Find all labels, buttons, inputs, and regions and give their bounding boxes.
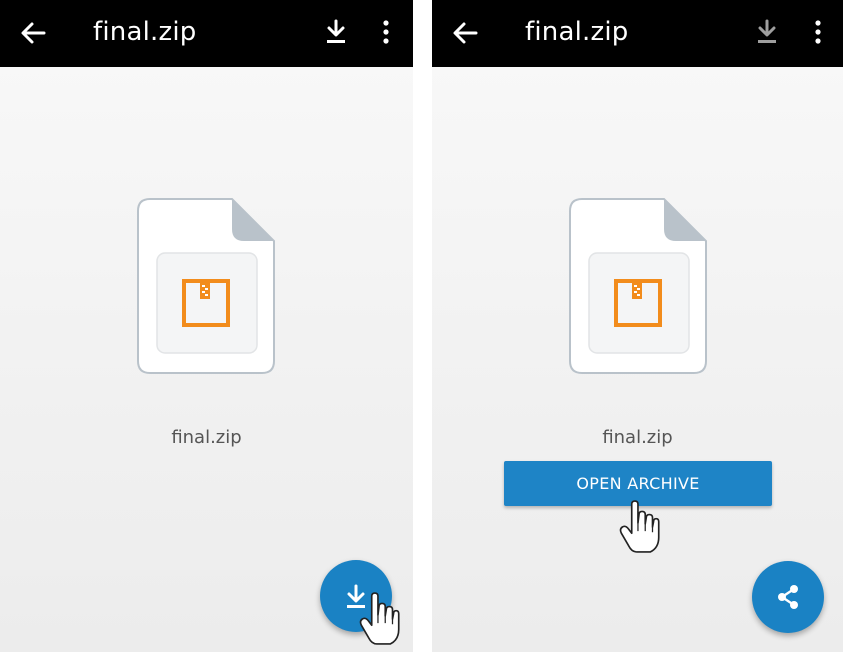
zip-file-icon — [136, 197, 276, 375]
download-icon[interactable] — [325, 19, 347, 45]
more-vert-icon[interactable] — [813, 19, 823, 45]
back-arrow-icon[interactable] — [452, 20, 478, 46]
more-vert-icon[interactable] — [381, 19, 391, 45]
file-name-label: final.zip — [602, 427, 673, 448]
right-screen: final.zip final.zip OPEN ARCHIVE — [432, 0, 843, 652]
file-name-label: final.zip — [171, 427, 242, 448]
zip-file-icon — [568, 197, 708, 375]
left-screen: final.zip final.zip — [0, 0, 413, 652]
share-icon — [778, 585, 798, 609]
app-bar: final.zip — [0, 0, 413, 67]
download-icon — [758, 19, 776, 43]
pointer-hand-icon — [618, 500, 660, 554]
back-arrow-icon[interactable] — [20, 20, 46, 46]
toolbar-title: final.zip — [93, 17, 197, 47]
share-fab-button[interactable] — [752, 561, 824, 633]
app-bar: final.zip — [432, 0, 843, 67]
toolbar-title: final.zip — [525, 17, 629, 47]
pointer-hand-icon — [358, 592, 400, 646]
